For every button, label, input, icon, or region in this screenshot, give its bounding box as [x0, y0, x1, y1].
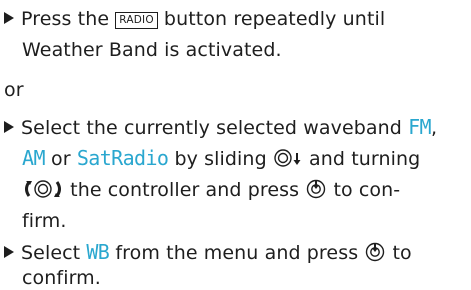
step-2-text-a: Select the currently selected waveband [21, 117, 402, 139]
step-3-line-2: confirm. [22, 267, 101, 289]
controller-turn-icon [22, 179, 64, 205]
step-2-line-3: the controller and press to con- [22, 178, 400, 205]
step-1-line-2: Weather Band is activated. [22, 39, 282, 61]
step-3-text-a: from the menu and press [115, 242, 359, 264]
instruction-document: Press the RADIO button repeatedly until … [0, 0, 471, 290]
bullet-triangle-icon [4, 121, 14, 133]
band-wb-label: WB [86, 240, 110, 264]
controller-press-icon [364, 242, 386, 268]
step-2-text-c: the controller and press [70, 179, 300, 201]
band-satradio-label: SatRadio [76, 146, 169, 170]
separator-or: or [4, 79, 24, 101]
controller-press-icon [305, 179, 327, 205]
controller-slide-down-icon [273, 148, 303, 174]
bullet-triangle-icon [4, 246, 14, 258]
step-1-text-a: Press the [21, 8, 110, 30]
step-1-text-b: button repeatedly until [163, 8, 386, 30]
bullet-triangle-icon [4, 12, 14, 24]
step-2-line-1: Select the currently selected waveband F… [4, 115, 437, 140]
band-am-label: AM [22, 146, 45, 170]
step-2-or: or [51, 148, 71, 170]
step-2-comma: , [430, 117, 438, 139]
step-3-text-b: to [392, 242, 412, 264]
step-2-and-turning: and turning [309, 148, 421, 170]
band-fm-label: FM [408, 115, 431, 139]
step-3-line-1: Select WB from the menu and press to [4, 240, 412, 268]
step-2-by-sliding: by sliding [174, 148, 267, 170]
step-2-line-4: firm. [22, 210, 67, 232]
step-2-line-2: AM or SatRadio by sliding and turning [22, 146, 420, 174]
radio-key-icon: RADIO [115, 12, 158, 29]
step-2-text-d: to con- [333, 179, 401, 201]
step-1-line-1: Press the RADIO button repeatedly until [4, 7, 385, 31]
step-3-select: Select [21, 242, 81, 264]
